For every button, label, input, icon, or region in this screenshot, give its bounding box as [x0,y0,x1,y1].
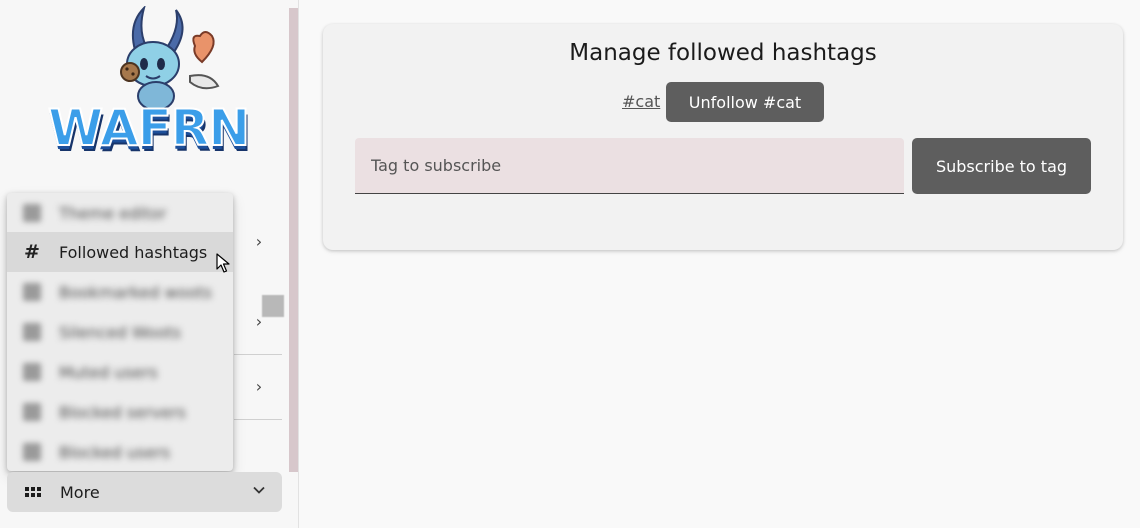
logo-wordmark: WAFRN [47,98,251,158]
menu-item-blocked-users[interactable]: Blocked users [7,432,233,472]
tag-subscribe-input[interactable] [355,138,904,194]
unfollow-button[interactable]: Unfollow #cat [666,82,824,122]
sidebar-scrollbar[interactable] [289,8,298,472]
mouse-cursor-icon [216,253,230,273]
server-icon [23,403,41,421]
menu-item-label: Silenced Woots [59,322,181,342]
wafrn-logo[interactable]: WAFRN [40,4,251,161]
menu-item-followed-hashtags[interactable]: # Followed hashtags [7,232,233,272]
menu-item-label: Theme editor [59,203,167,223]
menu-item-label: Blocked users [59,442,171,462]
sidebar: WAFRN › › › Theme editor # Followed hash… [0,0,299,528]
mute-icon [23,323,41,341]
more-label: More [60,482,100,502]
followed-hashtags-card: Manage followed hashtags #cat Unfollow #… [323,24,1123,250]
menu-item-bookmarked-woots[interactable]: Bookmarked woots [7,272,233,312]
hashtag-link[interactable]: #cat [622,92,660,111]
blurred-badge [262,295,284,317]
more-button[interactable]: More [7,472,282,512]
chevron-right-icon[interactable]: › [250,233,268,251]
block-user-icon [23,443,41,461]
sidebar-divider [234,354,282,355]
menu-item-muted-users[interactable]: Muted users [7,352,233,392]
menu-item-blocked-servers[interactable]: Blocked servers [7,392,233,432]
menu-item-label: Followed hashtags [59,242,208,262]
sidebar-divider [234,419,282,420]
hash-icon: # [24,241,40,263]
mute-user-icon [23,363,41,381]
chevron-right-icon[interactable]: › [250,378,268,396]
menu-item-label: Muted users [59,362,158,382]
menu-item-silenced-woots[interactable]: Silenced Woots [7,312,233,352]
page-title: Manage followed hashtags [569,40,877,66]
grid-icon [25,487,41,497]
chevron-down-icon [253,486,265,494]
bookmark-icon [23,283,41,301]
more-menu: Theme editor # Followed hashtags Bookmar… [7,193,233,471]
subscribe-button[interactable]: Subscribe to tag [912,138,1091,194]
menu-item-label: Blocked servers [59,402,186,422]
menu-item-theme-editor[interactable]: Theme editor [7,193,233,233]
pencil-icon [23,204,41,222]
menu-item-label: Bookmarked woots [59,282,212,302]
